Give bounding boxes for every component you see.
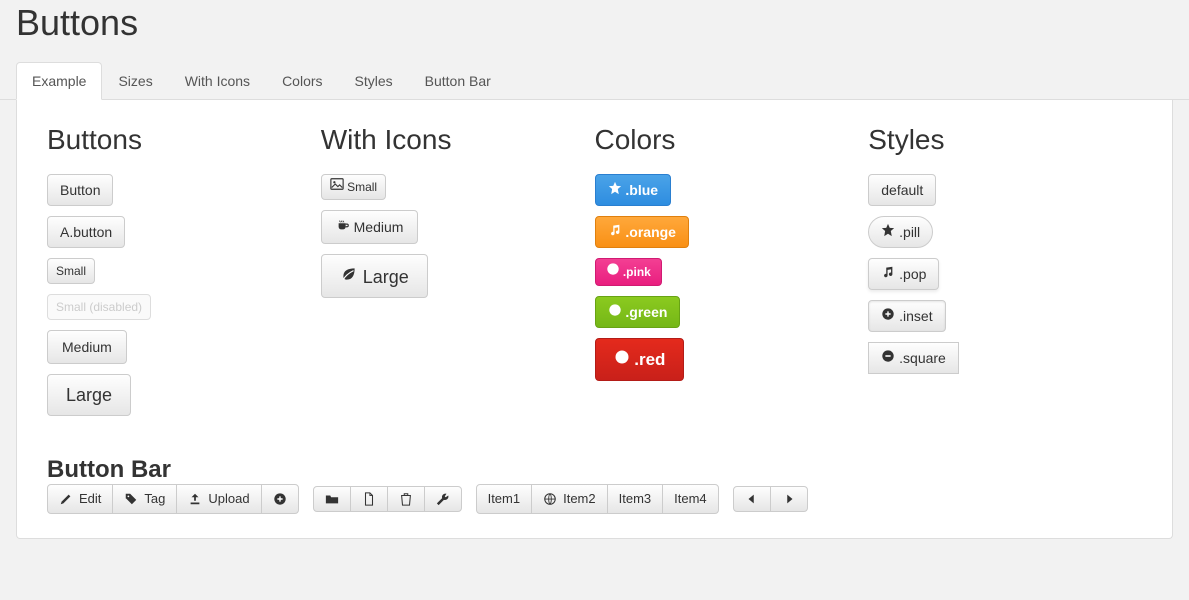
play-circle-icon: [608, 303, 622, 317]
styles-section: Styles default .pill .pop .inset .squa: [868, 124, 1142, 426]
star-icon: [881, 223, 895, 237]
folder-button[interactable]: [313, 486, 351, 512]
with-icons-heading: With Icons: [321, 124, 575, 156]
item1-button[interactable]: Item1: [476, 484, 533, 514]
tag-button[interactable]: Tag: [112, 484, 177, 514]
caret-right-icon: [782, 492, 796, 506]
file-button[interactable]: [350, 486, 388, 512]
buttons-heading: Buttons: [47, 124, 301, 156]
tab-example[interactable]: Example: [16, 62, 102, 100]
next-button[interactable]: [770, 486, 808, 512]
example-panel: Buttons Button A.button Small Small (dis…: [16, 100, 1173, 539]
tab-styles[interactable]: Styles: [339, 62, 409, 100]
blue-button[interactable]: .blue: [595, 174, 672, 206]
red-label: .red: [634, 350, 665, 369]
bar-group-3: Item1 Item2 Item3 Item4: [476, 484, 719, 514]
plus-circle-icon: [273, 492, 287, 506]
large-button[interactable]: Large: [47, 374, 131, 416]
bar-group-1: Edit Tag Upload: [47, 484, 299, 514]
buttons-section: Buttons Button A.button Small Small (dis…: [47, 124, 321, 426]
minus-circle-icon: [614, 349, 630, 365]
inset-button[interactable]: .inset: [868, 300, 945, 332]
image-icon: [330, 177, 344, 191]
caret-left-icon: [745, 492, 759, 506]
icon-large-button[interactable]: Large: [321, 254, 428, 298]
green-label: .green: [625, 304, 667, 320]
leaf-icon: [340, 265, 358, 283]
minus-circle-icon: [881, 349, 895, 363]
button-default[interactable]: Button: [47, 174, 113, 206]
star-icon: [608, 181, 622, 195]
edit-button[interactable]: Edit: [47, 484, 113, 514]
icon-large-label: Large: [363, 267, 409, 287]
red-button[interactable]: .red: [595, 338, 685, 381]
orange-button[interactable]: .orange: [595, 216, 689, 248]
small-button[interactable]: Small: [47, 258, 95, 284]
tabs-bar: Example Sizes With Icons Colors Styles B…: [0, 62, 1189, 100]
music-icon: [881, 265, 895, 279]
tab-sizes[interactable]: Sizes: [102, 62, 168, 100]
trash-button[interactable]: [387, 486, 425, 512]
colors-heading: Colors: [595, 124, 849, 156]
with-icons-section: With Icons Small Medium Large: [321, 124, 595, 426]
blue-label: .blue: [625, 182, 658, 198]
plus-button[interactable]: [261, 484, 299, 514]
music-icon: [608, 223, 622, 237]
pink-button[interactable]: .pink: [595, 258, 662, 286]
styles-heading: Styles: [868, 124, 1122, 156]
icon-small-button[interactable]: Small: [321, 174, 386, 200]
a-button[interactable]: A.button: [47, 216, 125, 248]
button-bar-section: Button Bar Edit Tag Upload Item1 Item2 I…: [47, 456, 1142, 514]
medium-button[interactable]: Medium: [47, 330, 127, 364]
icon-medium-button[interactable]: Medium: [321, 210, 419, 244]
prev-button[interactable]: [733, 486, 771, 512]
folder-open-icon: [325, 492, 339, 506]
trash-icon: [399, 492, 413, 506]
plus-circle-icon: [881, 307, 895, 321]
small-disabled-button: Small (disabled): [47, 294, 151, 320]
pop-button[interactable]: .pop: [868, 258, 939, 290]
tag-icon: [124, 492, 138, 506]
bar-group-2: [313, 486, 462, 512]
tab-button-bar[interactable]: Button Bar: [409, 62, 507, 100]
tab-colors[interactable]: Colors: [266, 62, 338, 100]
upload-button[interactable]: Upload: [176, 484, 261, 514]
tag-label: Tag: [144, 490, 165, 508]
plus-circle-icon: [606, 262, 620, 276]
coffee-icon: [336, 218, 350, 232]
file-icon: [362, 492, 376, 506]
pop-label: .pop: [899, 266, 926, 282]
item2-label: Item2: [563, 490, 596, 508]
inset-label: .inset: [899, 308, 932, 324]
upload-label: Upload: [208, 490, 249, 508]
item4-button[interactable]: Item4: [662, 484, 719, 514]
pill-label: .pill: [899, 224, 920, 240]
pink-label: .pink: [623, 265, 651, 279]
orange-label: .orange: [625, 224, 676, 240]
edit-label: Edit: [79, 490, 101, 508]
icon-small-label: Small: [347, 180, 377, 194]
icon-medium-label: Medium: [354, 219, 404, 235]
globe-icon: [543, 492, 557, 506]
upload-icon: [188, 492, 202, 506]
bar-group-4: [733, 486, 808, 512]
pencil-icon: [59, 492, 73, 506]
square-label: .square: [899, 350, 946, 366]
page-title: Buttons: [0, 0, 1189, 62]
wrench-icon: [436, 492, 450, 506]
green-button[interactable]: .green: [595, 296, 681, 328]
pill-button[interactable]: .pill: [868, 216, 933, 248]
item2-button[interactable]: Item2: [531, 484, 608, 514]
wrench-button[interactable]: [424, 486, 462, 512]
colors-section: Colors .blue .orange .pink .green: [595, 124, 869, 426]
square-button[interactable]: .square: [868, 342, 959, 374]
tab-with-icons[interactable]: With Icons: [169, 62, 266, 100]
item3-button[interactable]: Item3: [607, 484, 664, 514]
button-bar-heading: Button Bar: [47, 456, 1142, 484]
default-style-button[interactable]: default: [868, 174, 936, 206]
